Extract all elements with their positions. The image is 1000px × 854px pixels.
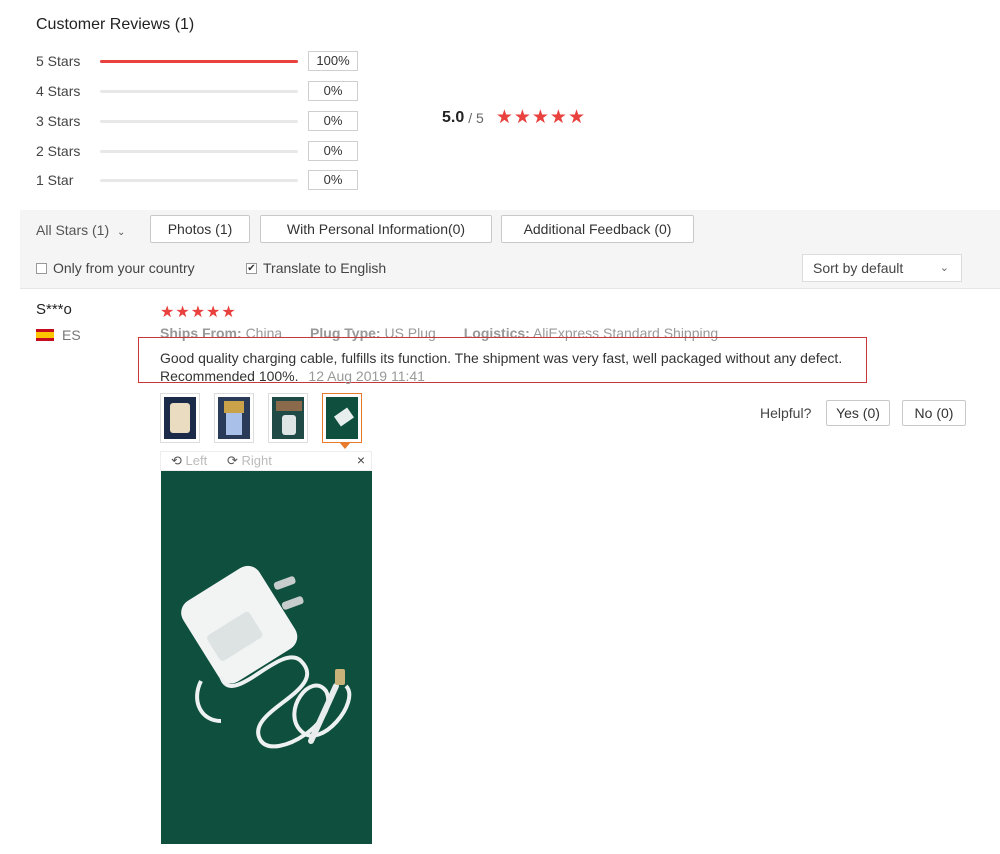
only-country-label: Only from your country [53,260,195,276]
histogram-percent: 0% [308,111,358,131]
checkbox-box [36,262,47,274]
translate-checkbox[interactable]: ✔ Translate to English [246,260,386,276]
country-code: ES [62,327,81,343]
review-text: Good quality charging cable, fulfills it… [160,350,843,384]
rotate-right-button[interactable]: ⟳ Right [227,453,272,469]
rotate-right-icon: ⟳ [227,453,238,468]
average-stars-icon: ★★★★★ [495,107,586,128]
thumbnail-image [326,397,358,439]
personal-info-filter-button[interactable]: With Personal Information(0) [260,215,492,243]
charger-photo-image [161,471,372,844]
filter-bar: All Stars (1) ⌄ Photos (1) With Personal… [20,210,1000,288]
reviewer-country: ES [36,327,81,343]
average-rating: 5.0 / 5 ★★★★★ [442,106,586,129]
chevron-down-icon: ⌄ [117,227,126,238]
photo-thumbnail-active[interactable] [322,393,362,443]
reviewer-name: S***o [36,301,72,318]
histogram-percent: 0% [308,141,358,161]
photo-thumbnail[interactable] [214,393,254,443]
photo-thumbnail[interactable] [160,393,200,443]
histogram-label: 1 Star [36,172,74,188]
average-out-of: / 5 [468,109,484,126]
histogram-bar [100,119,298,123]
helpful-no-button[interactable]: No (0) [902,400,966,426]
rotate-left-button[interactable]: ⟲ Left [171,453,207,469]
review-text-block: Good quality charging cable, fulfills it… [160,349,880,385]
histogram-percent: 0% [308,170,358,190]
histogram-row-1[interactable]: 1 Star 0% [36,170,358,190]
sort-select[interactable]: Sort by default ⌄ [802,254,962,282]
photo-viewer-toolbar: ⟲ Left ⟳ Right × [160,451,372,471]
thumbnail-image [272,397,304,439]
histogram-row-3[interactable]: 3 Stars 0% [36,111,358,131]
histogram-bar [100,178,298,182]
average-score: 5.0 [442,108,465,126]
histogram-bar [100,149,298,153]
histogram-label: 3 Stars [36,113,81,129]
review-item: S***o ES ★★★★★ Ships From: China Plug Ty… [20,288,1000,854]
spain-flag-icon [36,329,54,341]
helpful-yes-button[interactable]: Yes (0) [826,400,890,426]
review-photo-large [161,471,372,844]
rotate-right-label: Right [241,453,272,468]
histogram-label: 5 Stars [36,53,81,69]
histogram-bar-fill [100,59,298,63]
active-thumbnail-pointer [340,443,350,449]
histogram-row-5[interactable]: 5 Stars 100% [36,51,358,71]
translate-label: Translate to English [263,260,387,276]
chevron-down-icon: ⌄ [939,262,949,274]
reviews-panel: Customer Reviews (1) 5 Stars 100% 4 Star… [20,0,1000,854]
histogram-percent: 0% [308,81,358,101]
review-stars-icon: ★★★★★ [160,304,237,321]
histogram-row-4[interactable]: 4 Stars 0% [36,81,358,101]
reviews-title: Customer Reviews (1) [36,16,195,33]
checkmark-icon: ✔ [246,262,257,274]
additional-feedback-filter-button[interactable]: Additional Feedback (0) [501,215,694,243]
only-country-checkbox[interactable]: Only from your country [36,260,195,276]
histogram-bar [100,59,298,63]
all-stars-label: All Stars (1) [36,222,110,238]
helpful-label: Helpful? [760,405,812,421]
photos-filter-button[interactable]: Photos (1) [150,215,250,243]
all-stars-dropdown[interactable]: All Stars (1) ⌄ [36,222,125,238]
histogram-bar [100,89,298,93]
photo-thumbnail[interactable] [268,393,308,443]
rotate-left-icon: ⟲ [171,453,182,468]
thumbnail-image [218,397,250,439]
histogram-row-2[interactable]: 2 Stars 0% [36,141,358,161]
histogram-percent: 100% [308,51,358,71]
thumbnail-image [164,397,196,439]
histogram-label: 4 Stars [36,83,81,99]
sort-label: Sort by default [813,260,904,276]
review-date: 12 Aug 2019 11:41 [308,368,425,384]
rotate-left-label: Left [185,453,208,468]
close-icon[interactable]: × [357,452,365,468]
histogram-label: 2 Stars [36,143,81,159]
